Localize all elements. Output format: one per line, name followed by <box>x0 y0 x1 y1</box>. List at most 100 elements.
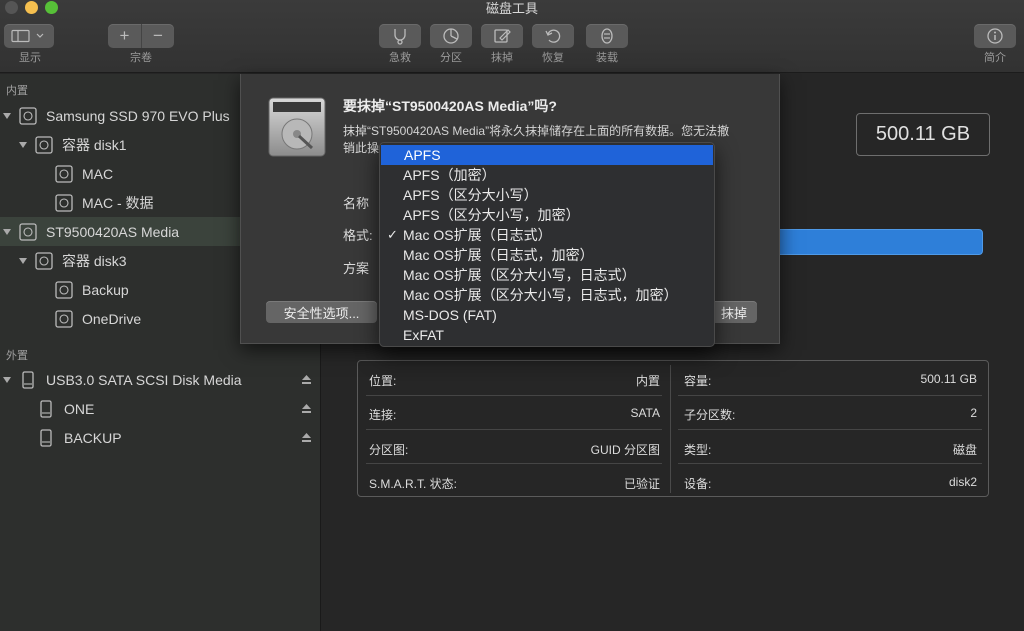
sidebar-item-label: Samsung SSD 970 EVO Plus <box>46 107 230 124</box>
type-label: 类型: <box>684 443 712 457</box>
volume-label: 宗卷 <box>130 52 152 64</box>
volume-icon <box>55 193 73 212</box>
menu-item-apfs-case-sensitive-encrypted[interactable]: APFS（区分大小写，加密） <box>380 205 714 225</box>
location-label: 位置: <box>369 374 397 388</box>
menu-item-exfat[interactable]: ExFAT <box>380 325 714 345</box>
first-aid-button[interactable] <box>379 24 421 48</box>
external-volume-icon <box>40 428 52 447</box>
disclosure-down-icon[interactable] <box>2 227 12 237</box>
partition-icon <box>443 28 459 44</box>
capacity-display: 500.11 GB <box>856 113 990 156</box>
partition-button[interactable] <box>430 24 472 48</box>
row-divider <box>678 395 982 396</box>
add-volume-button[interactable]: + <box>108 24 141 48</box>
sidebar-item-label: ST9500420AS Media <box>46 223 180 240</box>
children-value: 2 <box>970 406 977 420</box>
menu-item-apfs-case-sensitive[interactable]: APFS（区分大小写） <box>380 185 714 205</box>
connection-value: SATA <box>630 406 660 420</box>
sidebar-item-one[interactable]: ONE <box>0 394 320 423</box>
partition-group: 分区 <box>430 24 472 64</box>
capacity-value: 500.11 GB <box>920 372 977 386</box>
location-value: 内置 <box>635 374 660 388</box>
toolbar: 磁盘工具 显示 + − 宗卷 急救 分区 抹掉 恢复 装载 简介 <box>0 0 1024 73</box>
sidebar-item-label: BACKUP <box>64 429 122 446</box>
view-group: 显示 <box>4 24 56 64</box>
sidebar-item-label: MAC <box>82 165 114 182</box>
dialog-message-line1: 抹掉“ST9500420AS Media”将永久抹掉储存在上面的所有数据。您无法… <box>343 124 730 138</box>
external-header: 外置 <box>6 350 28 362</box>
menu-item-ms-dos-fat[interactable]: MS-DOS (FAT) <box>380 305 714 325</box>
view-button[interactable] <box>4 24 54 48</box>
restore-label: 恢复 <box>542 52 564 64</box>
container-disk-icon <box>35 135 53 154</box>
menu-item-macos-journaled-encrypted[interactable]: Mac OS扩展（日志式，加密） <box>380 245 714 265</box>
disclosure-down-icon[interactable] <box>18 256 28 266</box>
device-value: disk2 <box>948 475 977 489</box>
row-divider <box>366 463 662 464</box>
window-title: 磁盘工具 <box>485 1 538 16</box>
first-aid-group: 急救 <box>379 24 421 64</box>
mount-group: 装载 <box>586 24 628 64</box>
sidebar-item-label: ONE <box>64 400 95 417</box>
volume-group: + − 宗卷 <box>108 24 174 64</box>
hard-drive-icon <box>268 97 326 157</box>
sidebar-item-label: USB3.0 SATA SCSI Disk Media <box>46 371 242 388</box>
format-popup-menu: APFS APFS（加密） APFS（区分大小写） APFS（区分大小写，加密）… <box>379 142 715 347</box>
sidebar-item-label: Backup <box>82 281 129 298</box>
children-label: 子分区数: <box>684 408 736 422</box>
erase-confirm-button[interactable]: 抹掉 <box>711 301 757 323</box>
volume-icon <box>55 280 73 299</box>
remove-volume-button[interactable]: − <box>141 24 174 48</box>
partition-map-value: GUID 分区图 <box>590 443 660 457</box>
checkmark-icon: ✓ <box>387 227 398 242</box>
disclosure-down-icon[interactable] <box>2 111 12 121</box>
view-label: 显示 <box>19 52 41 64</box>
row-divider <box>678 429 982 430</box>
menu-item-macos-case-sensitive-journaled-encrypted[interactable]: Mac OS扩展（区分大小写，日志式，加密） <box>380 285 714 305</box>
info-button[interactable] <box>974 24 1016 48</box>
menu-item-macos-journaled[interactable]: ✓ Mac OS扩展（日志式） <box>380 225 714 245</box>
stethoscope-icon <box>394 29 406 45</box>
restore-group: 恢复 <box>532 24 574 64</box>
menu-item-apfs[interactable]: APFS <box>381 145 713 165</box>
restore-button[interactable] <box>532 24 574 48</box>
row-divider <box>366 429 662 430</box>
info-group: 简介 <box>974 24 1016 64</box>
erase-group: 抹掉 <box>481 24 523 64</box>
sidebar-item-usb-disk[interactable]: USB3.0 SATA SCSI Disk Media <box>0 365 320 394</box>
scheme-label: 方案 <box>343 261 370 276</box>
first-aid-label: 急救 <box>389 52 411 64</box>
disclosure-down-icon[interactable] <box>2 375 12 385</box>
external-disk-icon <box>22 370 34 389</box>
info-label: 简介 <box>984 52 1006 64</box>
external-volume-icon <box>40 399 52 418</box>
eject-icon[interactable] <box>301 403 312 414</box>
partition-label: 分区 <box>440 52 462 64</box>
sidebar-item-backup-external[interactable]: BACKUP <box>0 423 320 452</box>
type-value: 磁盘 <box>952 443 977 457</box>
smart-label: S.M.A.R.T. 状态: <box>369 477 458 491</box>
eject-icon[interactable] <box>301 374 312 385</box>
sidebar-view-icon <box>11 29 44 43</box>
menu-item-apfs-encrypted[interactable]: APFS（加密） <box>380 165 714 185</box>
name-label: 名称 <box>343 196 370 211</box>
device-label: 设备: <box>684 477 712 491</box>
eject-icon[interactable] <box>301 432 312 443</box>
info-icon <box>987 28 1003 44</box>
mount-button[interactable] <box>586 24 628 48</box>
info-divider <box>670 365 671 493</box>
volume-icon <box>55 309 73 328</box>
menu-item-macos-case-sensitive-journaled[interactable]: Mac OS扩展（区分大小写，日志式） <box>380 265 714 285</box>
sidebar-item-label: OneDrive <box>82 310 142 327</box>
sidebar-item-label: 容器 disk1 <box>62 136 127 153</box>
sidebar-item-label: MAC - 数据 <box>82 194 154 211</box>
security-options-button[interactable]: 安全性选项... <box>266 301 377 323</box>
erase-icon <box>494 29 511 43</box>
connection-label: 连接: <box>369 408 397 422</box>
internal-header: 内置 <box>6 85 28 97</box>
row-divider <box>366 395 662 396</box>
internal-disk-icon <box>19 106 37 125</box>
erase-button[interactable] <box>481 24 523 48</box>
disclosure-down-icon[interactable] <box>18 140 28 150</box>
dialog-title: 要抹掉“ST9500420AS Media”吗? <box>343 98 557 114</box>
